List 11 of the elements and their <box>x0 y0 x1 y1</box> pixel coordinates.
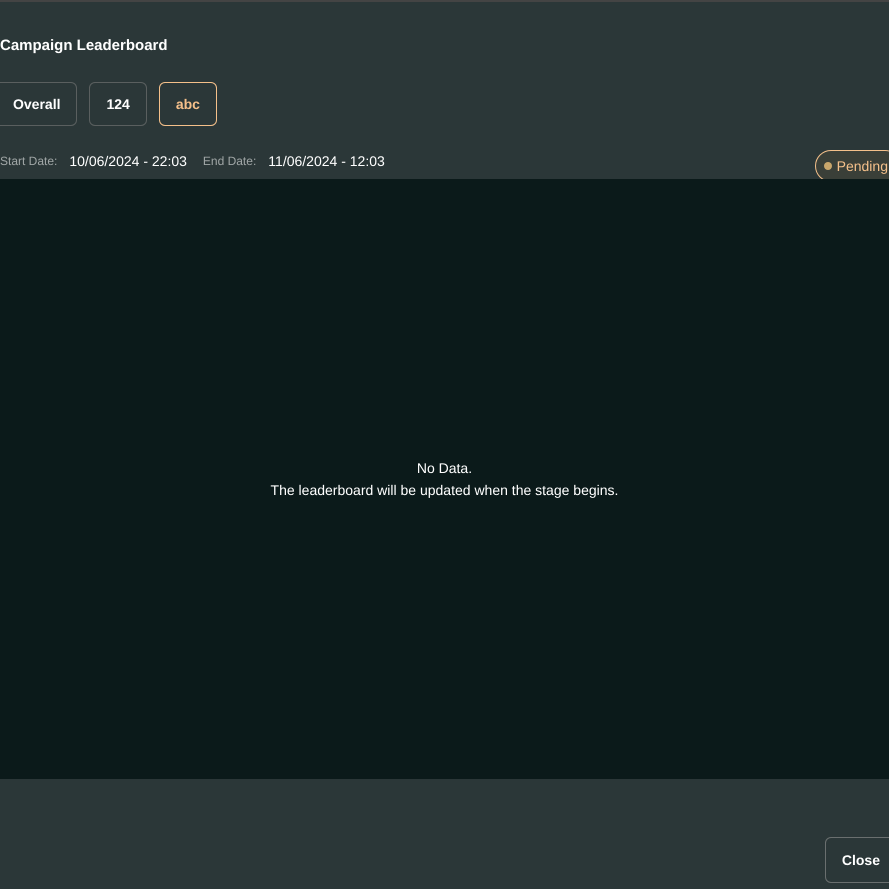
close-button[interactable]: Close <box>824 837 889 883</box>
tab[interactable]: abc <box>158 82 217 126</box>
date-label: End Date: <box>202 153 256 170</box>
date-label: Start Date: <box>0 153 58 170</box>
empty-message: No Data. The leaderboard will be updated when the stage begins. <box>270 459 618 500</box>
tab[interactable]: 124 <box>89 82 147 126</box>
status-label: Pending <box>836 156 888 176</box>
dialog-title: Campaign Leaderboard <box>0 36 169 56</box>
tab[interactable]: Overall <box>0 82 78 126</box>
date-value: 11/06/2024 - 12:03 <box>268 152 385 170</box>
date-value: 10/06/2024 - 22:03 <box>69 152 187 170</box>
